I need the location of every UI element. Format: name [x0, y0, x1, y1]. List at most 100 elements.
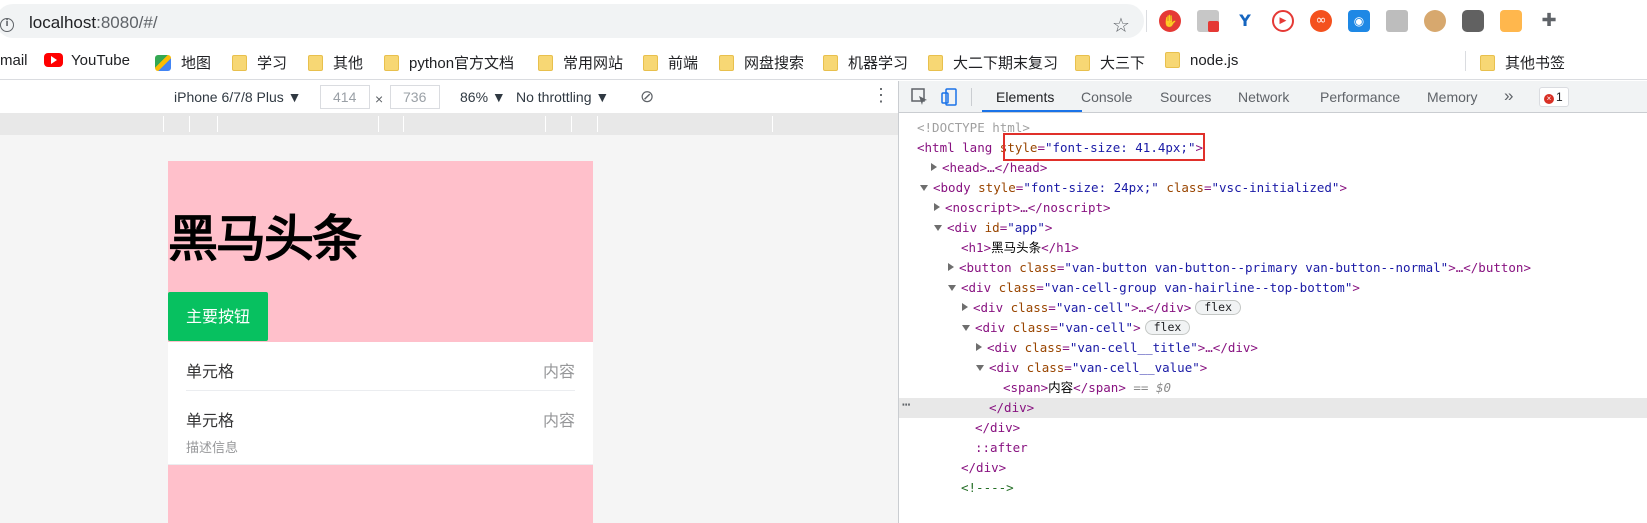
puzzle-red-icon[interactable] [1197, 10, 1219, 32]
throttling-value: No throttling [516, 89, 592, 105]
bookmark-star-icon[interactable]: ☆ [1112, 13, 1130, 37]
bookmark-folder[interactable]: python官方文档 [384, 52, 514, 73]
collapse-triangle-icon[interactable] [976, 365, 984, 371]
bookmark-label: 机器学习 [848, 55, 909, 72]
tab-elements[interactable]: Elements [996, 89, 1054, 105]
bookmark-folder[interactable]: 大三下 [1075, 52, 1145, 73]
flex-badge[interactable]: flex [1195, 300, 1241, 315]
inspect-element-icon[interactable] [910, 87, 930, 107]
adblock-icon[interactable]: ✋ [1159, 10, 1181, 32]
mask-icon[interactable] [1462, 10, 1484, 32]
body-class-value: "vsc-initialized" [1211, 180, 1340, 195]
bookmark-folder[interactable]: node.js [1165, 52, 1238, 69]
bookmark-label: 前端 [668, 55, 699, 72]
value-class-attr: class [1026, 360, 1065, 375]
collapse-triangle-icon[interactable] [962, 325, 970, 331]
expand-triangle-icon[interactable] [948, 263, 954, 271]
y-icon[interactable]: Y [1234, 10, 1256, 32]
device-name: iPhone 6/7/8 Plus [174, 89, 284, 105]
devtools-pane: Elements Console Sources Network Perform… [898, 81, 1647, 523]
tab-network[interactable]: Network [1238, 89, 1289, 105]
head-tag: <head>…</head> [942, 160, 1048, 175]
width-input[interactable]: 414 [320, 85, 370, 109]
bookmark-folder[interactable]: 常用网站 [538, 52, 623, 73]
more-options-icon[interactable]: ⋮ [872, 85, 890, 106]
bookmark-folder[interactable]: 网盘搜索 [719, 52, 804, 73]
dom-after[interactable]: ::after [975, 438, 1028, 458]
extensions-icon[interactable]: ✚ [1538, 10, 1560, 32]
expand-triangle-icon[interactable] [962, 303, 968, 311]
bookmark-folder[interactable]: 其他 [308, 52, 363, 73]
dom-close-div[interactable]: </div> [989, 398, 1034, 418]
device-toggle-icon[interactable] [940, 87, 960, 107]
expand-triangle-icon[interactable] [976, 343, 982, 351]
tab-performance[interactable]: Performance [1320, 89, 1400, 105]
reader-icon[interactable] [1386, 10, 1408, 32]
dom-comment[interactable]: <!----> [961, 478, 1014, 498]
throttling-select[interactable]: No throttling ▼ [516, 89, 609, 105]
bookmark-label: 其他书签 [1505, 55, 1566, 72]
other-bookmarks[interactable]: 其他书签 [1480, 52, 1565, 73]
bookmark-item[interactable]: YouTube [44, 52, 130, 69]
hex-icon[interactable]: ◉ [1348, 10, 1370, 32]
toolbar-divider [1146, 10, 1147, 32]
dom-button[interactable]: <button class="van-button van-button--pr… [948, 258, 1531, 278]
expand-triangle-icon[interactable] [934, 203, 940, 211]
bookmark-label: node.js [1190, 52, 1239, 69]
ellipsis-icon[interactable]: ⋯ [902, 398, 910, 418]
info-icon[interactable]: i [0, 18, 14, 32]
dom-noscript[interactable]: <noscript>…</noscript> [934, 198, 1111, 218]
cell-value: 内容 [542, 362, 575, 381]
title-rest: >…</div> [1197, 340, 1258, 355]
cell-item[interactable]: 单元格 内容 描述信息 [186, 407, 575, 456]
rotate-icon[interactable]: ⊘ [640, 87, 654, 107]
bookmark-item[interactable]: mail [0, 52, 28, 69]
box-icon[interactable] [1500, 10, 1522, 32]
active-tab-indicator [982, 110, 1082, 112]
button-tag: <button [959, 260, 1020, 275]
bookmark-folder[interactable]: 大二下期末复习 [928, 52, 1058, 73]
url-text[interactable]: localhost:8080/#/ [29, 13, 158, 33]
dom-cell-value[interactable]: <div class="van-cell__value"> [976, 358, 1207, 378]
dom-close-div[interactable]: </div> [975, 418, 1020, 438]
folder-icon [384, 55, 399, 71]
dom-head[interactable]: <head>…</head> [931, 158, 1047, 178]
html-tag: <html lang [917, 140, 1000, 155]
dom-close-div[interactable]: </div> [961, 458, 1006, 478]
record-icon[interactable]: ▶ [1272, 10, 1294, 32]
selected-ref: $0 [1155, 380, 1172, 395]
dom-cell-group[interactable]: <div class="van-cell-group van-hairline-… [948, 278, 1360, 298]
zoom-select[interactable]: 86% ▼ [460, 89, 506, 105]
collapse-triangle-icon[interactable] [920, 185, 928, 191]
bookmark-folder[interactable]: 前端 [643, 52, 698, 73]
dom-span[interactable]: <span>内容</span> == $0 [1003, 378, 1171, 398]
button-class-value: "van-button van-button--primary van-butt… [1064, 260, 1449, 275]
more-tabs-icon[interactable]: » [1504, 86, 1513, 106]
bookmark-folder[interactable]: 学习 [232, 52, 287, 73]
expand-triangle-icon[interactable] [931, 163, 937, 171]
dom-cell-2[interactable]: <div class="van-cell"> flex [962, 318, 1191, 338]
bookmark-label: YouTube [71, 52, 130, 69]
cookie-icon[interactable] [1424, 10, 1446, 32]
tab-sources[interactable]: Sources [1160, 89, 1211, 105]
device-select[interactable]: iPhone 6/7/8 Plus ▼ [174, 89, 302, 105]
collapse-triangle-icon[interactable] [934, 225, 942, 231]
dom-h1[interactable]: <h1>黑马头条</h1> [961, 238, 1079, 258]
bookmark-folder[interactable]: 机器学习 [823, 52, 908, 73]
tab-console[interactable]: Console [1081, 89, 1132, 105]
dom-cell-1[interactable]: <div class="van-cell">…</div> flex [962, 298, 1241, 318]
omnibox[interactable]: i localhost:8080/#/ ☆ [0, 4, 1144, 38]
tab-memory[interactable]: Memory [1427, 89, 1478, 105]
collapse-triangle-icon[interactable] [948, 285, 956, 291]
dom-div-app[interactable]: <div id="app"> [934, 218, 1052, 238]
height-input[interactable]: 736 [390, 85, 440, 109]
dom-body[interactable]: <body style="font-size: 24px;" class="vs… [920, 178, 1347, 198]
span-text: 内容 [1048, 380, 1074, 395]
bookmark-item[interactable]: 地图 [155, 52, 211, 73]
infinity-icon[interactable]: ∞ [1310, 10, 1332, 32]
error-count-badge[interactable]: × 1 [1539, 87, 1569, 107]
dom-cell-title[interactable]: <div class="van-cell__title">…</div> [976, 338, 1258, 358]
cell-item[interactable]: 单元格 内容 [186, 358, 575, 382]
primary-button[interactable]: 主要按钮 [168, 292, 268, 341]
flex-badge[interactable]: flex [1144, 320, 1191, 335]
